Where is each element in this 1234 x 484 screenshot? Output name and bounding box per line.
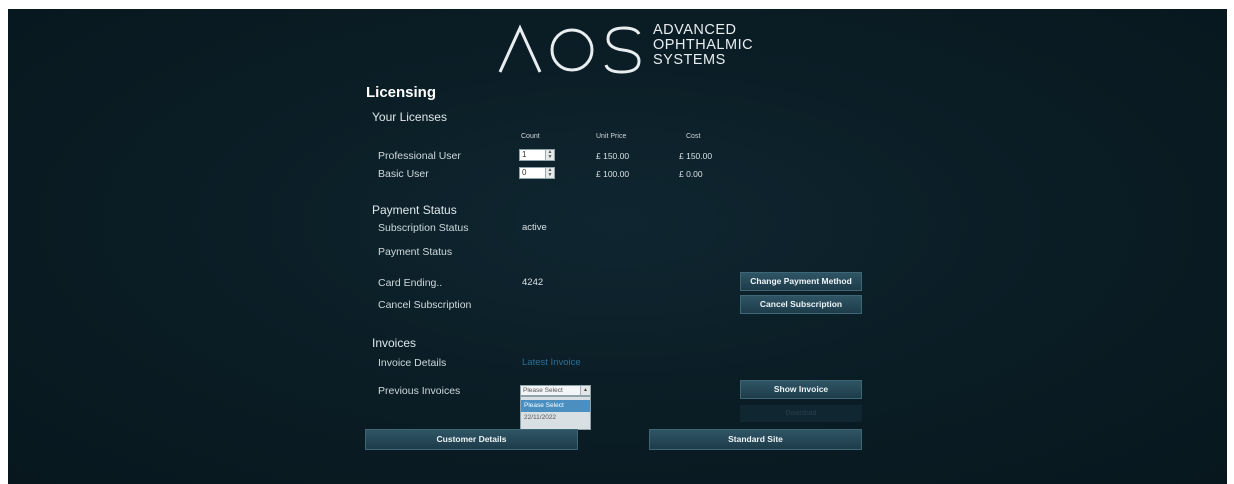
col-count: Count xyxy=(521,133,540,140)
professional-unit-price: £ 150.00 xyxy=(596,151,630,161)
col-unit-price: Unit Price xyxy=(596,133,627,140)
subscription-status-value: active xyxy=(522,222,547,233)
basic-unit-price: £ 100.00 xyxy=(596,169,630,179)
aos-logo-text: ADVANCED OPHTHALMIC SYSTEMS xyxy=(653,23,753,68)
logo-line-2: OPHTHALMIC xyxy=(653,37,754,53)
card-ending-value: 4242 xyxy=(522,277,544,288)
license-row-label: Professional User xyxy=(378,150,461,162)
change-payment-method-button[interactable]: Change Payment Method xyxy=(740,272,862,291)
professional-count-stepper[interactable]: 1 ▲ ▼ xyxy=(519,149,555,161)
select-current-value: Please Select xyxy=(523,387,563,394)
dropdown-option[interactable]: Please Select xyxy=(521,400,590,412)
chevron-up-icon[interactable]: ▲ xyxy=(580,386,590,395)
subscription-status-label: Subscription Status xyxy=(378,222,469,234)
invoice-details-label: Invoice Details xyxy=(378,357,447,369)
invoices-heading: Invoices xyxy=(372,336,417,350)
stepper-arrows-icon[interactable]: ▲ ▼ xyxy=(545,168,554,178)
payment-heading: Payment Status xyxy=(372,203,457,217)
app-background xyxy=(8,9,1227,484)
download-invoice-button[interactable]: Download xyxy=(740,405,862,422)
stepper-arrows-icon[interactable]: ▲ ▼ xyxy=(545,150,554,160)
cancel-subscription-label: Cancel Subscription xyxy=(378,299,472,311)
payment-status-label: Payment Status xyxy=(378,246,453,258)
dropdown-option[interactable]: 22/11/2022 xyxy=(521,412,590,424)
cancel-subscription-button[interactable]: Cancel Subscription xyxy=(740,295,862,314)
professional-cost: £ 150.00 xyxy=(679,151,713,161)
show-invoice-button[interactable]: Show Invoice xyxy=(740,380,862,399)
page-title: Licensing xyxy=(366,84,437,101)
logo-line-3: SYSTEMS xyxy=(653,52,726,68)
licenses-heading: Your Licenses xyxy=(372,110,447,124)
basic-cost: £ 0.00 xyxy=(679,169,703,179)
logo-line-1: ADVANCED xyxy=(653,22,737,38)
customer-details-button[interactable]: Customer Details xyxy=(365,429,578,450)
latest-invoice-link[interactable]: Latest Invoice xyxy=(522,357,581,368)
license-row-label: Basic User xyxy=(378,168,429,180)
invoices-dropdown-list: Please Select 22/11/2022 xyxy=(520,396,591,430)
col-cost: Cost xyxy=(686,133,701,140)
previous-invoices-label: Previous Invoices xyxy=(378,385,461,397)
aos-logo-mark xyxy=(498,24,641,74)
basic-count-stepper[interactable]: 0 ▲ ▼ xyxy=(519,167,555,179)
professional-count-value: 1 xyxy=(522,150,527,159)
card-ending-label: Card Ending.. xyxy=(378,277,443,289)
basic-count-value: 0 xyxy=(522,168,527,177)
standard-site-button[interactable]: Standard Site xyxy=(649,429,862,450)
previous-invoices-select[interactable]: Please Select ▲ xyxy=(520,385,591,396)
